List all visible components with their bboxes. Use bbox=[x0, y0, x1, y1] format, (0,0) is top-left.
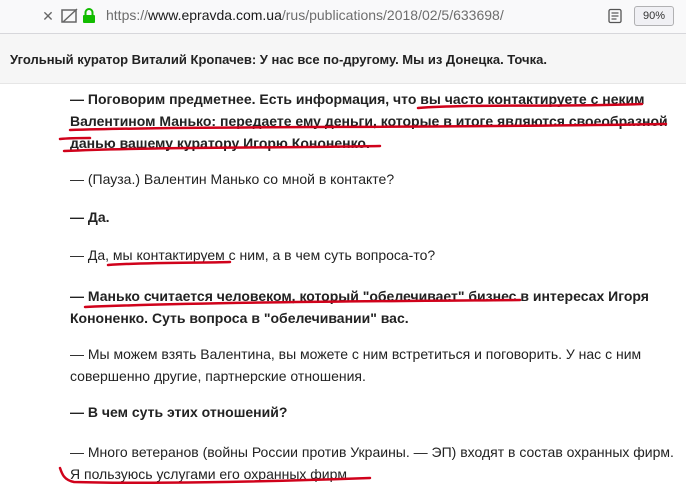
zoom-indicator[interactable]: 90% bbox=[634, 6, 674, 26]
paragraph-line: — Мы можем взять Валентина, вы можете с … bbox=[70, 346, 642, 362]
paragraph-line: — (Пауза.) Валентин Манько со мной в кон… bbox=[70, 171, 395, 187]
url-bar[interactable]: ✕ https://www.epravda.com.ua/rus/publica… bbox=[0, 0, 686, 34]
close-tab-icon[interactable]: ✕ bbox=[40, 8, 56, 24]
paragraph-line: — Да, мы контактируем с ним, а в чем сут… bbox=[70, 247, 436, 263]
article-header: Угольный куратор Виталий Кропачев: У нас… bbox=[0, 34, 686, 84]
url-protocol: https:// bbox=[106, 7, 149, 23]
lock-icon[interactable] bbox=[82, 8, 96, 24]
paragraph-answer-2: — Да, мы контактируем с ним, а в чем сут… bbox=[70, 244, 682, 266]
paragraph-line: — Да. bbox=[70, 209, 110, 225]
paragraph-question-1: — Поговорим предметнее. Есть информация,… bbox=[70, 88, 682, 154]
paragraph-line: данью вашему куратору Игорю Кононенко. bbox=[70, 135, 370, 151]
tracking-protection-icon[interactable] bbox=[61, 8, 79, 24]
url-text[interactable]: https://www.epravda.com.ua/rus/publicati… bbox=[106, 7, 504, 23]
paragraph-question-4: — В чем суть этих отношений? bbox=[70, 401, 682, 423]
paragraph-question-3: — Манько считается человеком, который "о… bbox=[70, 285, 682, 329]
paragraph-line: — Манько считается человеком, который "о… bbox=[70, 288, 649, 304]
paragraph-question-2: — Да. bbox=[70, 206, 682, 228]
paragraph-answer-3: — Мы можем взять Валентина, вы можете с … bbox=[70, 343, 682, 387]
paragraph-line: — Поговорим предметнее. Есть информация,… bbox=[70, 91, 645, 107]
url-host: www.epravda.com.ua bbox=[148, 7, 282, 23]
paragraph-answer-4: — Много ветеранов (войны России против У… bbox=[70, 441, 682, 485]
paragraph-line: Я пользуюсь услугами его охранных фирм. bbox=[70, 466, 351, 482]
article-title: Угольный куратор Виталий Кропачев: У нас… bbox=[10, 52, 547, 67]
paragraph-line: Валентином Манько: передаете ему деньги,… bbox=[70, 113, 668, 129]
paragraph-line: — Много ветеранов (войны России против У… bbox=[70, 444, 674, 460]
paragraph-line: — В чем суть этих отношений? bbox=[70, 404, 288, 420]
url-path: /rus/publications/2018/02/5/633698/ bbox=[281, 7, 504, 23]
reader-view-icon[interactable] bbox=[607, 8, 623, 24]
paragraph-line: Кононенко. Суть вопроса в "обелечивании"… bbox=[70, 310, 409, 326]
paragraph-line: совершенно другие, партнерские отношения… bbox=[70, 368, 366, 384]
paragraph-answer-1: — (Пауза.) Валентин Манько со мной в кон… bbox=[70, 168, 682, 190]
